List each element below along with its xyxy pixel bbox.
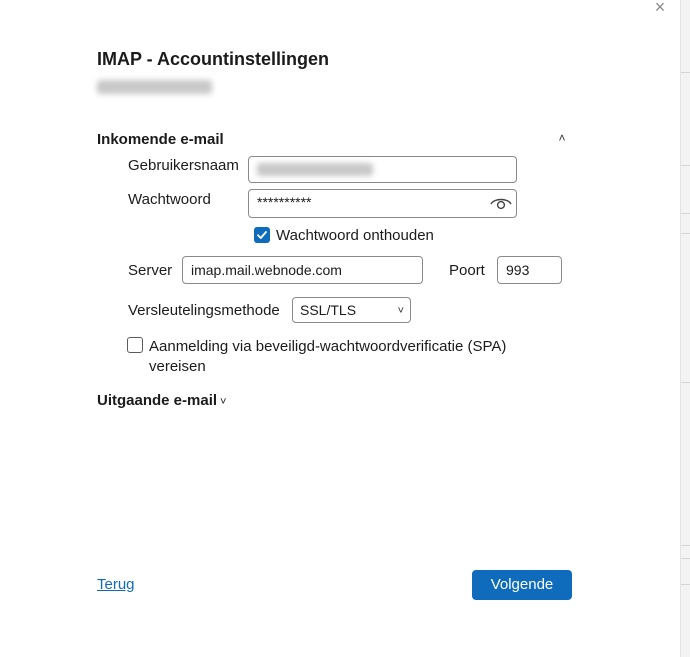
strip-divider xyxy=(681,165,690,166)
incoming-mail-section-title[interactable]: Inkomende e-mail xyxy=(97,131,224,148)
spa-checkbox[interactable] xyxy=(127,337,143,353)
port-value: 993 xyxy=(506,262,530,278)
encryption-value: SSL/TLS xyxy=(300,302,357,318)
spa-label[interactable]: Aanmelding via beveiligd-wachtwoordverif… xyxy=(149,337,506,377)
server-input[interactable]: imap.mail.webnode.com xyxy=(182,256,423,284)
strip-divider xyxy=(681,584,690,585)
dialog-title: IMAP - Accountinstellingen xyxy=(97,49,330,69)
next-button[interactable]: Volgende xyxy=(472,570,572,600)
username-label: Gebruikersnaam xyxy=(128,157,239,174)
password-input[interactable]: ********** xyxy=(248,189,517,218)
server-value: imap.mail.webnode.com xyxy=(191,262,342,278)
eye-icon[interactable] xyxy=(490,195,512,211)
strip-divider xyxy=(681,233,690,234)
checkmark-icon xyxy=(257,231,267,239)
strip-divider xyxy=(681,382,690,383)
password-label: Wachtwoord xyxy=(128,191,211,208)
redacted-text xyxy=(97,80,212,94)
port-label: Poort xyxy=(449,262,485,279)
server-label: Server xyxy=(128,262,173,279)
back-link[interactable]: Terug xyxy=(97,576,135,593)
spa-label-line-1: Aanmelding via beveiligd-wachtwoordverif… xyxy=(149,338,507,355)
strip-divider xyxy=(681,213,690,214)
outgoing-mail-section-title[interactable]: Uitgaande e-mail ˅ xyxy=(97,392,226,409)
redacted-text xyxy=(257,163,373,176)
encryption-select[interactable]: SSL/TLS ˅ xyxy=(292,297,411,323)
chevron-down-icon: ˅ xyxy=(220,396,227,408)
port-input[interactable]: 993 xyxy=(497,256,562,284)
account-email-redacted xyxy=(97,80,212,94)
remember-password-checkbox[interactable] xyxy=(254,227,270,243)
spa-label-line-2: vereisen xyxy=(149,358,206,375)
username-input[interactable] xyxy=(248,156,517,183)
chevron-down-icon: ˅ xyxy=(397,305,404,317)
strip-divider xyxy=(681,558,690,559)
close-icon[interactable]: × xyxy=(650,0,670,16)
outgoing-mail-label: Uitgaande e-mail xyxy=(97,392,218,409)
encryption-label: Versleutelingsmethode xyxy=(128,302,280,319)
password-value: ********** xyxy=(257,194,312,210)
background-window-edge xyxy=(680,0,690,657)
strip-divider xyxy=(681,72,690,73)
remember-password-label[interactable]: Wachtwoord onthouden xyxy=(276,227,434,244)
chevron-up-icon[interactable]: ˄ xyxy=(554,131,570,145)
strip-divider xyxy=(681,545,690,546)
username-redacted xyxy=(257,163,373,176)
